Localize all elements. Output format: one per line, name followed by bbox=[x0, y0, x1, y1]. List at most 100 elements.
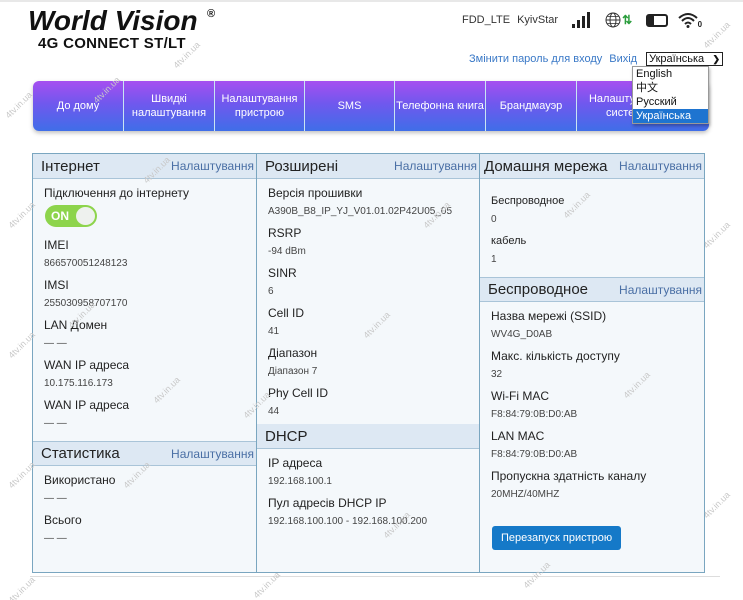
max-access-label: Макс. кількість доступу bbox=[491, 349, 620, 363]
band-label: Діапазон bbox=[268, 346, 318, 360]
home-network-panel-body: Беспроводное 0 кабель 1 bbox=[480, 179, 704, 277]
watermark: 4tv.in.ua bbox=[701, 219, 733, 251]
dhcp-ip-value: 192.168.100.1 bbox=[268, 476, 332, 487]
toggle-state: ON bbox=[51, 209, 69, 223]
total-value: — — bbox=[44, 533, 67, 544]
logo-model-text: 4G CONNECT ST/LT bbox=[38, 35, 186, 52]
imsi-value: 255030958707170 bbox=[44, 298, 128, 309]
ssid-label: Назва мережі (SSID) bbox=[491, 309, 607, 323]
battery-icon bbox=[646, 13, 669, 27]
sinr-label: SINR bbox=[268, 266, 297, 280]
advanced-panel-body: Версія прошивки A390B_B8_IP_YJ_V01.01.02… bbox=[257, 179, 479, 424]
internet-settings-link[interactable]: Налаштування bbox=[171, 159, 256, 173]
firmware-value: A390B_B8_IP_YJ_V01.01.02P42U05_05 bbox=[268, 206, 453, 217]
column-internet: Інтернет Налаштування Підключення до інт… bbox=[32, 153, 257, 573]
lan-mac-value: F8:84:79:0B:D0:AB bbox=[491, 449, 578, 460]
internet-panel-header: Інтернет Налаштування bbox=[33, 154, 256, 179]
cable-clients-value: 1 bbox=[491, 254, 497, 265]
data-transfer-icon: ⇅ bbox=[622, 13, 633, 27]
wireless-settings-link[interactable]: Налаштування bbox=[619, 283, 704, 297]
home-network-panel-title: Домашня мережа bbox=[484, 157, 608, 175]
signal-bars-icon bbox=[572, 12, 591, 28]
nav-phonebook[interactable]: Телефонна книга bbox=[395, 81, 486, 131]
carrier-name: KyivStar bbox=[517, 14, 559, 26]
language-option-russian[interactable]: Русский bbox=[633, 95, 708, 109]
wan-ip-value-2: — — bbox=[44, 418, 67, 429]
wireless-clients-label: Беспроводное bbox=[491, 195, 565, 207]
wifi-client-count: 0 bbox=[697, 20, 703, 29]
column-home-network: Домашня мережа Налаштування Беспроводное… bbox=[479, 153, 705, 573]
imsi-label: IMSI bbox=[44, 278, 69, 292]
top-divider bbox=[0, 0, 743, 2]
language-select[interactable]: Українська ❯ bbox=[646, 52, 724, 66]
bandwidth-label: Пропускна здатність каналу bbox=[491, 469, 647, 483]
bandwidth-value: 20MHZ/40MHZ bbox=[491, 489, 560, 500]
status-bar: FDD_LTE KyivStar ⇅ 0 bbox=[462, 12, 703, 29]
wireless-panel-header: Беспроводное Налаштування bbox=[480, 277, 704, 302]
reboot-device-button[interactable]: Перезапуск пристрою bbox=[492, 526, 622, 550]
statistics-settings-link[interactable]: Налаштування bbox=[171, 447, 256, 461]
sinr-value: 6 bbox=[268, 286, 274, 297]
dhcp-panel-body: IP адреса 192.168.100.1 Пул адресів DHCP… bbox=[257, 449, 479, 534]
cell-id-value: 41 bbox=[268, 326, 280, 337]
watermark: 4tv.in.ua bbox=[6, 574, 38, 600]
cable-clients-label: кабель bbox=[491, 235, 527, 247]
wan-ip-value: 10.175.116.173 bbox=[44, 378, 113, 389]
max-access-value: 32 bbox=[491, 369, 503, 380]
cell-id-label: Cell ID bbox=[268, 306, 305, 320]
toggle-knob bbox=[76, 207, 95, 225]
wifi-icon: 0 bbox=[678, 12, 703, 29]
internet-panel-title: Інтернет bbox=[41, 157, 100, 175]
wan-ip-label-2: WAN IP адреса bbox=[44, 398, 130, 412]
nav-firewall[interactable]: Брандмауэр bbox=[486, 81, 577, 131]
language-dropdown: English 中文 Русский Українська bbox=[632, 66, 709, 124]
brand-logo: World Vision ® 4G CONNECT ST/LT bbox=[28, 5, 215, 52]
wireless-panel-body: Назва мережі (SSID) WV4G_D0AB Макс. кіль… bbox=[480, 302, 704, 550]
dhcp-pool-label: Пул адресів DHCP IP bbox=[268, 496, 387, 510]
lan-domain-label: LAN Домен bbox=[44, 318, 108, 332]
globe-icon bbox=[605, 12, 621, 28]
ssid-value: WV4G_D0AB bbox=[491, 329, 553, 340]
advanced-settings-link[interactable]: Налаштування bbox=[394, 159, 479, 173]
imei-label: IMEI bbox=[44, 238, 69, 252]
wireless-clients-value: 0 bbox=[491, 214, 497, 225]
dhcp-pool-value: 192.168.100.100 - 192.168.100.200 bbox=[268, 516, 428, 527]
internet-connection-toggle[interactable]: ON bbox=[45, 205, 97, 227]
advanced-panel-header: Розширені Налаштування bbox=[257, 154, 479, 179]
registered-mark: ® bbox=[207, 8, 216, 20]
lan-mac-label: LAN MAC bbox=[491, 429, 545, 443]
home-network-settings-link[interactable]: Налаштування bbox=[619, 159, 704, 173]
phy-cell-id-value: 44 bbox=[268, 406, 280, 417]
logout-link[interactable]: Вихід bbox=[609, 53, 637, 65]
language-option-ukrainian[interactable]: Українська bbox=[633, 109, 708, 123]
main-nav: До дому Швидкі налаштування Налаштування… bbox=[33, 81, 709, 131]
wan-ip-label: WAN IP адреса bbox=[44, 358, 130, 372]
nav-sms[interactable]: SMS bbox=[305, 81, 395, 131]
language-selected: Українська bbox=[649, 53, 705, 65]
change-password-link[interactable]: Змінити пароль для входу bbox=[469, 53, 602, 65]
nav-device-settings[interactable]: Налаштування пристрою bbox=[215, 81, 305, 131]
rsrp-label: RSRP bbox=[268, 226, 302, 240]
dhcp-ip-label: IP адреса bbox=[268, 456, 323, 470]
logo-brand-text: World Vision bbox=[28, 5, 198, 36]
used-value: — — bbox=[44, 493, 67, 504]
nav-quick-settings[interactable]: Швидкі налаштування bbox=[124, 81, 215, 131]
watermark: 4tv.in.ua bbox=[701, 489, 733, 521]
nav-home[interactable]: До дому bbox=[33, 81, 124, 131]
advanced-panel-title: Розширені bbox=[265, 157, 339, 175]
bottom-divider bbox=[30, 576, 720, 577]
dhcp-panel-title: DHCP bbox=[265, 427, 308, 445]
language-option-english[interactable]: English bbox=[633, 67, 708, 81]
used-label: Використано bbox=[44, 473, 116, 487]
wireless-panel-title: Беспроводное bbox=[488, 281, 589, 298]
wifi-mac-value: F8:84:79:0B:D0:AB bbox=[491, 409, 578, 420]
wifi-mac-label: Wi-Fi MAC bbox=[491, 389, 549, 403]
network-type: FDD_LTE bbox=[462, 14, 511, 26]
home-network-panel-header: Домашня мережа Налаштування bbox=[480, 154, 704, 179]
chevron-down-icon: ❯ bbox=[712, 54, 721, 64]
connection-label: Підключення до інтернету bbox=[44, 186, 189, 200]
watermark: 4tv.in.ua bbox=[3, 89, 35, 121]
language-option-chinese[interactable]: 中文 bbox=[633, 81, 708, 95]
top-links: Змінити пароль для входу Вихід Українськ… bbox=[469, 52, 724, 66]
column-advanced: Розширені Налаштування Версія прошивки A… bbox=[256, 153, 480, 573]
